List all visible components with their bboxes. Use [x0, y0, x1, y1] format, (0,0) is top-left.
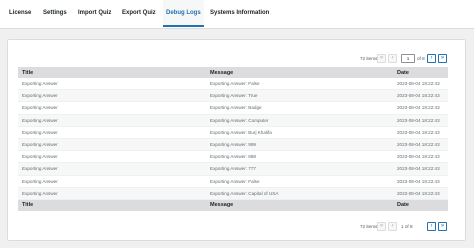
cell-date: 2023-08-04 18:22:43 [393, 78, 448, 91]
current-page-input[interactable]: 1 [401, 54, 415, 63]
cell-date: 2023-08-04 18:22:43 [393, 126, 448, 139]
page-total: of 8 [417, 56, 425, 61]
tab-export-quiz[interactable]: Export Quiz [122, 0, 156, 27]
first-page-button[interactable]: « [377, 54, 386, 63]
last-page-button[interactable]: » [438, 54, 447, 63]
column-header-title[interactable]: Title [18, 67, 206, 78]
tab-debug-logs[interactable]: Debug Logs [163, 0, 204, 27]
prev-page-button[interactable]: ‹ [388, 54, 397, 63]
cell-message: Exporting Answer: False [206, 78, 393, 91]
table-row: Exporting Answer Exporting Answer: Burj … [18, 126, 448, 139]
settings-tabs: License Settings Import Quiz Export Quiz… [0, 0, 474, 29]
cell-message: Exporting Answer: Computer [206, 114, 393, 127]
tab-license[interactable]: License [9, 0, 31, 27]
logs-table: Title Message Date Exporting Answer Expo… [18, 67, 448, 211]
cell-date: 2023-08-04 18:22:43 [393, 150, 448, 164]
table-row: Exporting Answer Exporting Answer: Capit… [18, 187, 448, 200]
first-page-button[interactable]: « [377, 222, 386, 231]
cell-date: 2023-08-04 18:22:43 [393, 114, 448, 127]
table-row: Exporting Answer Exporting Answer: False… [18, 175, 448, 188]
cell-date: 2023-08-04 18:22:43 [393, 89, 448, 103]
table-row: Exporting Answer Exporting Answer: 888 2… [18, 150, 448, 164]
cell-message: Exporting Answer: 999 [206, 138, 393, 152]
cell-message: Exporting Answer: True [206, 89, 393, 103]
prev-page-button[interactable]: ‹ [388, 222, 397, 231]
table-row: Exporting Answer Exporting Answer: False… [18, 78, 448, 91]
cell-title: Exporting Answer [18, 175, 206, 188]
cell-date: 2023-08-04 18:22:43 [393, 162, 448, 176]
cell-message: Exporting Answer: Burj Khalifa [206, 126, 393, 139]
table-header-row: Title Message Date [18, 67, 448, 78]
cell-date: 2023-08-04 18:22:43 [393, 187, 448, 200]
table-row: Exporting Answer Exporting Answer: Badge… [18, 101, 448, 115]
last-page-button[interactable]: » [438, 222, 447, 231]
cell-title: Exporting Answer [18, 187, 206, 200]
items-count: 72 items [360, 56, 378, 61]
cell-message: Exporting Answer: False [206, 175, 393, 188]
cell-date: 2023-08-04 18:22:43 [393, 138, 448, 152]
bottom-pagination: 72 items « ‹ 1 of 8 › » [360, 222, 457, 232]
table-row: Exporting Answer Exporting Answer: Compu… [18, 114, 448, 127]
cell-title: Exporting Answer [18, 89, 206, 103]
cell-title: Exporting Answer [18, 101, 206, 115]
cell-title: Exporting Answer [18, 126, 206, 139]
column-header-date[interactable]: Date [393, 67, 448, 78]
table-row: Exporting Answer Exporting Answer: 777 2… [18, 162, 448, 176]
cell-date: 2023-08-04 18:22:43 [393, 175, 448, 188]
next-page-button[interactable]: › [427, 54, 436, 63]
column-footer-date[interactable]: Date [393, 199, 448, 211]
cell-title: Exporting Answer [18, 78, 206, 91]
top-pagination: 72 items « ‹ 1 of 8 › » [360, 54, 457, 64]
items-count: 72 items [360, 224, 378, 229]
cell-title: Exporting Answer [18, 138, 206, 152]
cell-title: Exporting Answer [18, 114, 206, 127]
tab-settings[interactable]: Settings [43, 0, 67, 27]
tab-import-quiz[interactable]: Import Quiz [78, 0, 111, 27]
table-row: Exporting Answer Exporting Answer: 999 2… [18, 138, 448, 152]
cell-message: Exporting Answer: 777 [206, 162, 393, 176]
column-footer-message[interactable]: Message [206, 199, 393, 211]
cell-message: Exporting Answer: 888 [206, 150, 393, 164]
cell-title: Exporting Answer [18, 162, 206, 176]
table-footer-row: Title Message Date [18, 199, 448, 211]
debug-logs-panel: 72 items « ‹ 1 of 8 › » Title Message Da… [7, 39, 466, 241]
cell-message: Exporting Answer: Capital of USA [206, 187, 393, 200]
table-row: Exporting Answer Exporting Answer: True … [18, 89, 448, 103]
cell-title: Exporting Answer [18, 150, 206, 164]
column-footer-title[interactable]: Title [18, 199, 206, 211]
column-header-message[interactable]: Message [206, 67, 393, 78]
tab-systems-information[interactable]: Systems Information [210, 0, 269, 27]
next-page-button[interactable]: › [427, 222, 436, 231]
cell-message: Exporting Answer: Badge [206, 101, 393, 115]
cell-date: 2023-08-04 18:22:43 [393, 101, 448, 115]
page-indicator: 1 of 8 [401, 224, 413, 229]
